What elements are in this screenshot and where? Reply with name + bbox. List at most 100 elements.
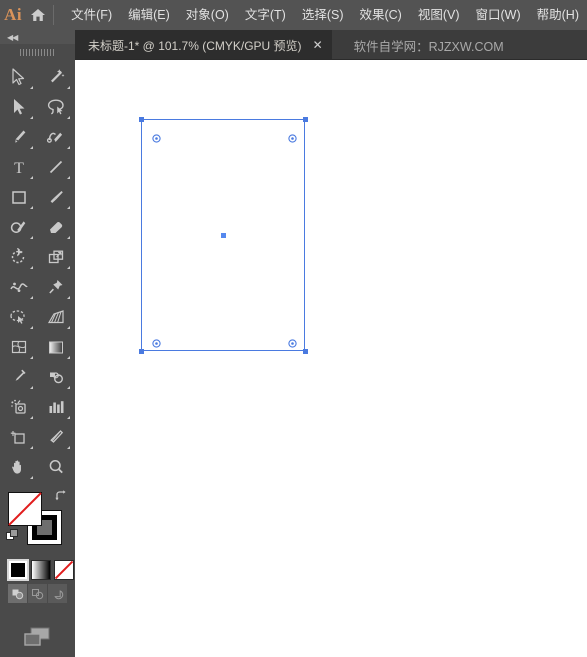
default-fill-stroke-icon [6,529,18,540]
tool-flyout-indicator [30,326,33,329]
tool-width[interactable] [0,272,37,302]
selection-handle-bottom-right[interactable] [302,348,308,354]
type-t-icon: T [14,160,24,176]
document-canvas[interactable] [75,60,587,544]
tool-flyout-indicator [67,356,70,359]
default-fill-stroke-button[interactable] [6,529,19,547]
document-tab-bar: 未标题-1* @ 101.7% (CMYK/GPU 预览) ✕ 软件自学网：RJ… [75,30,587,60]
tool-paintbrush[interactable] [37,182,74,212]
tool-flyout-indicator [67,326,70,329]
corner-radius-widget-top-left[interactable] [152,130,161,143]
draw-normal-icon [12,589,24,599]
corner-radius-widget-icon [288,134,297,143]
swatch-color[interactable] [7,559,29,581]
draw-inside-mode[interactable] [48,584,68,603]
selection-handle-top-right[interactable] [302,116,308,122]
tool-lasso[interactable] [37,92,74,122]
tool-rotate[interactable] [0,242,37,272]
tool-column-graph[interactable] [37,392,74,422]
tool-eyedropper[interactable] [0,362,37,392]
tool-scale[interactable] [37,242,74,272]
tool-shaper[interactable] [0,212,37,242]
tool-blend[interactable] [37,362,74,392]
none-slash-icon [8,492,42,526]
pen-icon [14,130,25,143]
mesh-icon [11,340,26,354]
corner-radius-widget-icon [152,339,161,348]
none-slash-icon [55,561,73,579]
close-icon[interactable]: ✕ [313,39,323,51]
tool-flyout-indicator [67,146,70,149]
lasso-icon [47,99,64,115]
tool-selection[interactable] [0,62,37,92]
tool-rectangle[interactable] [0,182,37,212]
grip-dots-icon [19,48,56,56]
document-tab-active[interactable]: 未标题-1* @ 101.7% (CMYK/GPU 预览) ✕ [75,30,332,60]
center-anchor-icon [220,232,226,238]
tool-flyout-indicator [30,356,33,359]
tool-flyout-indicator [30,416,33,419]
tool-eraser[interactable] [37,212,74,242]
svg-text:T: T [14,160,24,176]
tool-symbol-sprayer[interactable] [0,392,37,422]
menu-effect[interactable]: 效果(C) [351,5,409,26]
tools-panel: ◀◀ T [0,30,75,657]
pushpin-icon [48,280,62,294]
draw-normal-mode[interactable] [8,584,28,603]
tool-perspective-grid[interactable] [37,302,74,332]
tool-magic-wand[interactable] [37,62,74,92]
tool-flyout-indicator [67,446,70,449]
panel-drag-handle[interactable] [0,44,75,60]
tool-gradient[interactable] [37,332,74,362]
arrow-solid-icon [14,99,25,115]
menu-bar: Ai 文件(F) 编辑(E) 对象(O) 文字(T) 选择(S) 效果(C) 视… [0,0,587,30]
fill-stroke-controls [0,486,75,558]
swatch-gradient[interactable] [31,560,51,580]
draw-behind-icon [32,588,44,599]
tool-type[interactable]: T [0,152,37,182]
tool-flyout-indicator [30,266,33,269]
tool-artboard[interactable] [0,422,37,452]
selection-handle-top-left[interactable] [138,116,144,122]
tool-mesh[interactable] [0,332,37,362]
shape-builder-icon [9,310,25,324]
home-icon [30,9,45,21]
draw-inside-icon [54,589,64,599]
menu-object[interactable]: 对象(O) [178,5,237,26]
home-button[interactable] [26,0,49,30]
tool-hand[interactable] [0,452,37,482]
change-screen-mode-button[interactable] [0,617,75,657]
tool-free-transform[interactable] [37,272,74,302]
menu-file[interactable]: 文件(F) [63,5,120,26]
swatch-none[interactable] [54,560,74,580]
tool-slice[interactable] [37,422,74,452]
corner-radius-widget-top-right[interactable] [288,130,297,143]
tool-curvature[interactable] [37,122,74,152]
draw-behind-mode[interactable] [28,584,48,603]
tool-shape-builder[interactable] [0,302,37,332]
tool-line-segment[interactable] [37,152,74,182]
collapse-panel-button[interactable]: ◀◀ [0,30,75,44]
tool-flyout-indicator [67,266,70,269]
menu-window[interactable]: 窗口(W) [468,5,529,26]
hand-icon [11,460,21,474]
watermark-text: 软件自学网：RJZXW.COM [353,39,504,54]
double-chevron-left-icon: ◀◀ [7,32,18,42]
menu-type[interactable]: 文字(T) [237,5,294,26]
tool-direct-selection[interactable] [0,92,37,122]
tool-zoom[interactable] [37,452,74,482]
tool-flyout-indicator [67,416,70,419]
tool-flyout-indicator [30,146,33,149]
menu-view[interactable]: 视图(V) [410,5,468,26]
selection-handle-bottom-left[interactable] [138,348,144,354]
menu-select[interactable]: 选择(S) [294,5,352,26]
corner-radius-widget-bottom-left[interactable] [152,335,161,348]
tool-pen[interactable] [0,122,37,152]
fill-swatch[interactable] [8,492,42,526]
corner-radius-widget-bottom-right[interactable] [288,335,297,348]
tool-flyout-indicator [30,176,33,179]
menu-edit[interactable]: 编辑(E) [120,5,178,26]
menu-help[interactable]: 帮助(H) [529,5,587,26]
corner-radius-widget-icon [288,339,297,348]
swap-fill-stroke-button[interactable] [55,489,68,507]
